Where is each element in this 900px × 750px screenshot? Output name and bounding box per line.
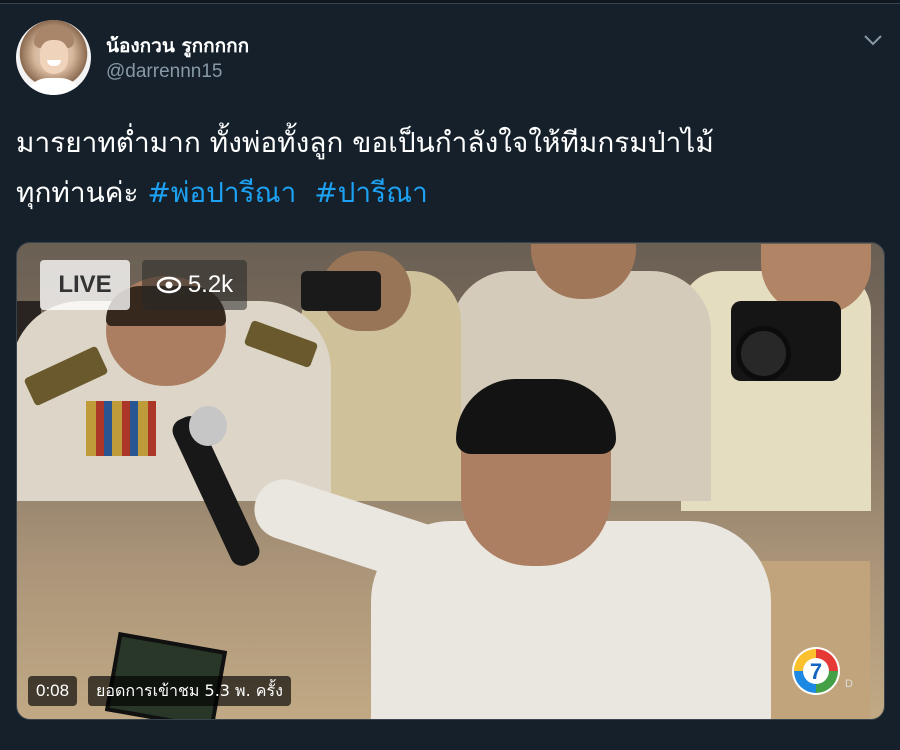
tweet: น้องกวน รูกกกกก @darrennn15 มารยาทต่ำมาก… <box>0 0 900 750</box>
tweet-text-line2: ทุกท่านค่ะ #พ่อปารีณา #ปารีณา <box>16 168 886 218</box>
chevron-down-icon[interactable] <box>862 32 884 48</box>
top-divider <box>0 0 900 4</box>
svg-text:7: 7 <box>810 659 822 684</box>
video-duration: 0:08 <box>28 676 78 706</box>
eye-icon <box>156 276 182 294</box>
hashtag-link[interactable]: #พ่อปารีณา <box>147 176 296 209</box>
video-player[interactable] <box>16 242 885 720</box>
video-view-count: ยอดการเข้าชม 5.3 พ. ครั้ง <box>88 676 291 706</box>
display-name[interactable]: น้องกวน รูกกกกก <box>106 31 249 61</box>
user-handle[interactable]: @darrennn15 <box>106 61 222 83</box>
avatar[interactable] <box>16 20 91 95</box>
video-frame <box>17 243 884 719</box>
viewer-count-value: 5.2k <box>187 271 234 298</box>
live-badge: LIVE <box>40 260 130 310</box>
hashtag-link[interactable]: #ปารีณา <box>314 176 428 209</box>
tweet-text-line1: มารยาทต่ำมาก ทั้งพ่อทั้งลูก ขอเป็นกำลังใ… <box>16 126 714 159</box>
viewer-count: 5.2k <box>142 260 247 310</box>
tweet-text-line2-prefix: ทุกท่านค่ะ <box>16 176 148 209</box>
tweet-text: มารยาทต่ำมาก ทั้งพ่อทั้งลูก ขอเป็นกำลังใ… <box>16 118 886 218</box>
channel7-logo: 7 <box>792 647 840 695</box>
hd-mark: D <box>845 678 853 690</box>
